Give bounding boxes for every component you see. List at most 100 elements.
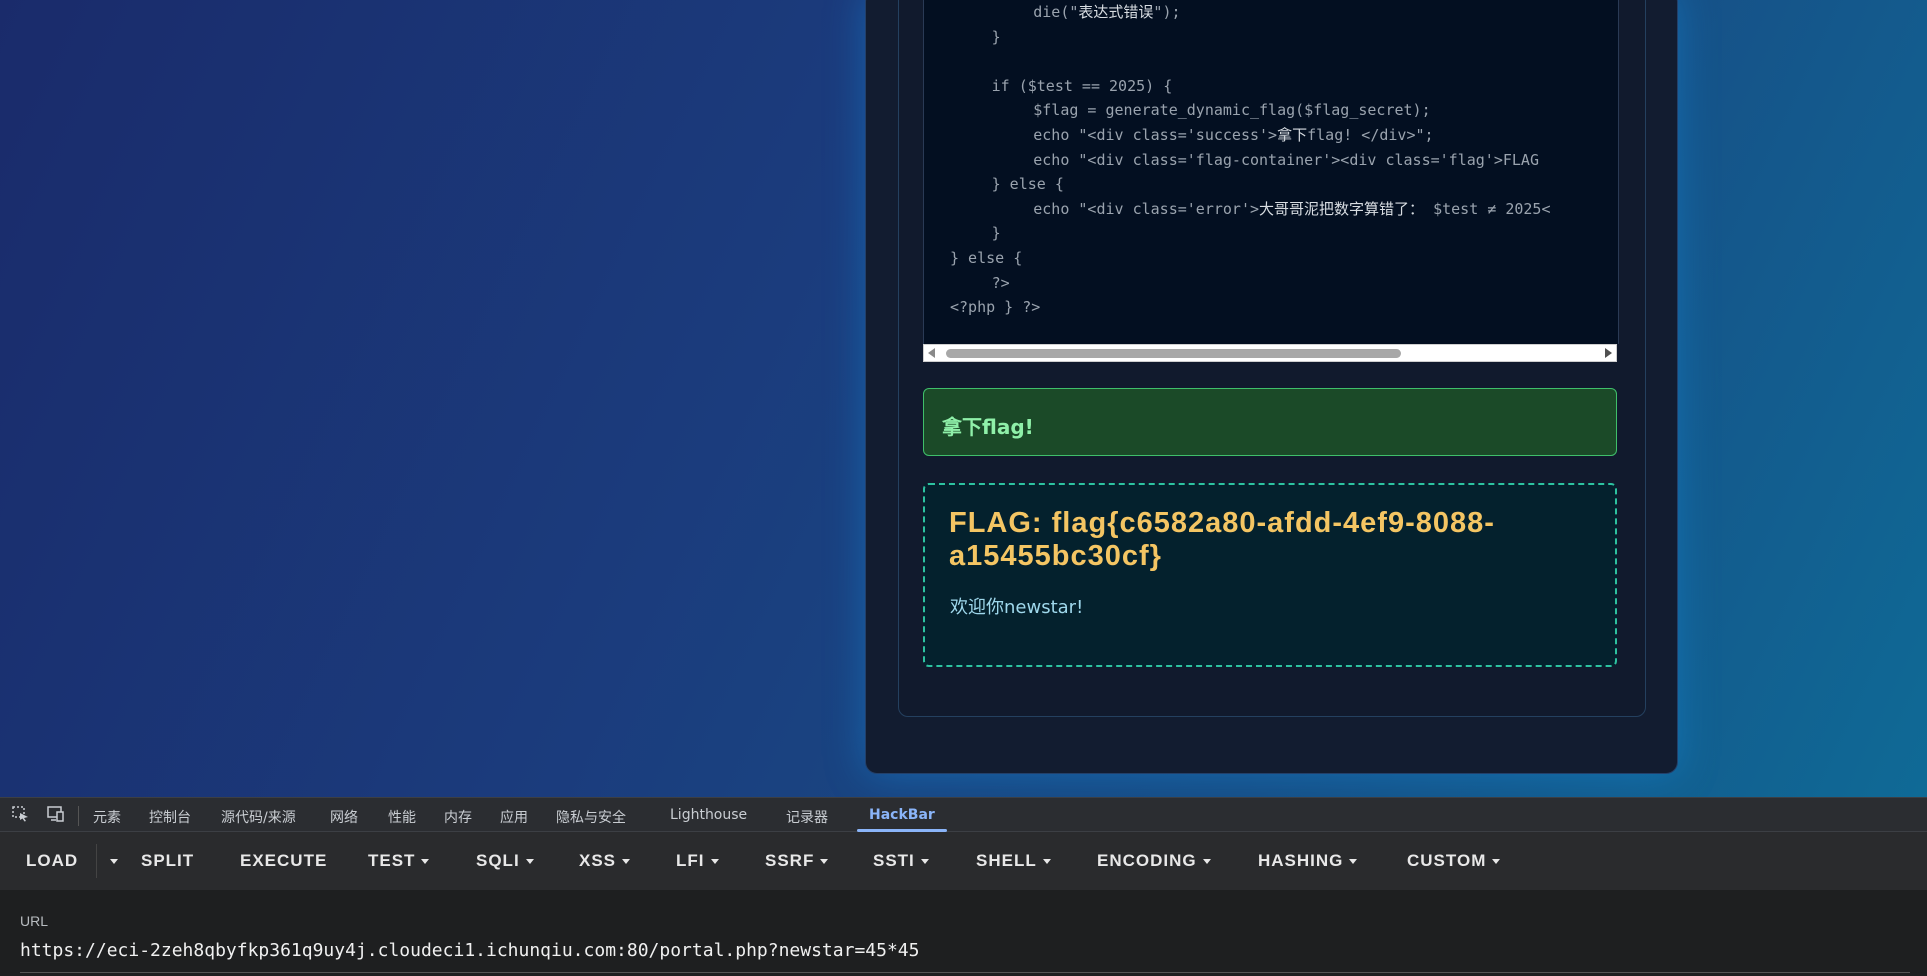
load-options-button[interactable] [104,851,118,871]
url-label: URL [20,913,49,929]
challenge-panel: die("表达式错误");} if ($test == 2025) { $flag … [898,0,1646,717]
code-text: } else { [991,175,1064,194]
scroll-left-arrow-icon[interactable] [928,348,935,358]
success-message-box: 拿下flag! [923,388,1617,456]
hackbar-toolbar: LOAD SPLIT EXECUTE TEST SQLI XSS LFI SSRF SSTI SH… [0,832,1927,890]
code-line: echo "<div class='flag-container'><div c… [1033,148,1539,172]
tab-devtools-2[interactable]: 源代码/来源 [221,807,296,827]
code-text: echo "<div class='error'> [1033,199,1260,218]
tab-devtools-5[interactable]: 内存 [444,807,472,827]
code-text: echo "<div class='success'> [1033,126,1278,144]
chevron-down-icon [525,859,534,865]
welcome-message: 欢迎你newstar! [950,597,1084,618]
scroll-right-arrow-icon[interactable] [1605,348,1612,358]
tab-devtools-0[interactable]: 元素 [93,807,121,827]
button-label: HASHING [1258,851,1344,870]
code-text-cjk: 表达式错误 [1078,3,1154,21]
page-viewport: die("表达式错误");} if ($test == 2025) { $flag … [0,0,1927,797]
code-text: $flag = generate_dynamic_flag($flag_secr… [1033,101,1431,120]
execute-button[interactable]: EXECUTE [240,851,327,871]
xss-button[interactable]: XSS [579,851,631,871]
encoding-button[interactable]: ENCODING [1097,851,1211,871]
code-text: flag! </div>"; [1307,126,1434,144]
source-code-block: die("表达式错误");} if ($test == 2025) { $flag … [923,0,1619,344]
code-line: <?php } ?> [950,295,1040,319]
button-label: LOAD [26,851,79,870]
code-line: echo "<div class='success'>拿下flag! </div… [1033,123,1433,147]
chevron-down-icon [820,859,829,865]
code-text: } [991,224,1001,243]
button-label: SSTI [873,851,915,870]
code-horizontal-scrollbar[interactable] [923,344,1617,362]
ssrf-button[interactable]: SSRF [765,851,829,871]
code-text: die(" [1033,3,1079,21]
chevron-down-icon [1349,859,1358,865]
tab-devtools-3[interactable]: 网络 [330,807,358,827]
code-text-cjk: 大哥哥泥把数字算错了： [1259,199,1425,218]
test-button[interactable]: TEST [368,851,430,871]
button-label: XSS [579,851,617,870]
code-line: } else { [950,246,1022,270]
chevron-down-icon [1492,859,1501,865]
code-text-cjk: 拿下 [1277,126,1308,144]
challenge-card: die("表达式错误");} if ($test == 2025) { $flag … [865,0,1678,774]
code-line: ?> [992,271,1010,295]
code-line: $flag = generate_dynamic_flag($flag_secr… [1033,98,1430,122]
tab-lighthouse[interactable]: Lighthouse [670,807,747,823]
scroll-thumb[interactable] [946,349,1401,358]
button-label: CUSTOM [1407,851,1487,870]
chevron-down-icon [421,859,430,865]
code-text: "); [1153,3,1181,21]
chevron-down-icon [622,859,631,865]
url-input[interactable]: https://eci-2zeh8qbyfkp361q9uy4j.cloudec… [20,940,919,961]
code-text: echo "<div class='flag-container'><div c… [1033,150,1539,169]
lfi-button[interactable]: LFI [676,851,719,871]
flag-container: FLAG: flag{c6582a80-afdd-4ef9-8088-a1545… [923,483,1617,667]
button-label: LFI [676,851,705,870]
device-toolbar-icon[interactable] [46,806,64,822]
tab-devtools-7[interactable]: 隐私与安全 [556,807,626,827]
button-label: SHELL [976,851,1037,870]
code-text: $test ≠ 2025< [1424,199,1551,218]
tab-devtools-1[interactable]: 控制台 [149,807,191,827]
button-label: SQLI [476,851,520,870]
code-text: } else { [950,249,1023,267]
hashing-button[interactable]: HASHING [1258,851,1358,871]
custom-button[interactable]: CUSTOM [1407,851,1501,871]
button-label: TEST [368,851,416,870]
url-input-underline [20,972,1910,973]
code-line: echo "<div class='error'>大哥哥泥把数字算错了： $te… [1033,197,1550,221]
button-label: EXECUTE [240,851,328,870]
button-label: SSRF [765,851,815,870]
inspect-element-icon[interactable] [12,806,30,822]
split-button[interactable]: SPLIT [141,851,194,871]
tab-devtools-9[interactable]: 记录器 [786,807,828,827]
code-line: } else { [992,172,1064,196]
toolbar-divider [78,806,79,826]
code-line: die("表达式错误"); [1033,0,1180,24]
chevron-down-icon [1042,859,1051,865]
chevron-down-icon [920,859,929,865]
code-text: ?> [991,273,1010,292]
url-panel: URL https://eci-2zeh8qbyfkp361q9uy4j.clo… [0,890,1927,976]
tab-hackbar[interactable]: HackBar [869,807,935,823]
load-split-divider [96,844,97,878]
shell-button[interactable]: SHELL [976,851,1051,871]
tab-devtools-4[interactable]: 性能 [388,807,416,827]
code-text: <?php } ?> [950,298,1041,317]
button-label: SPLIT [141,851,195,870]
sqli-button[interactable]: SQLI [476,851,534,871]
code-line: if ($test == 2025) { [992,74,1173,98]
tab-devtools-6[interactable]: 应用 [500,807,528,827]
ssti-button[interactable]: SSTI [873,851,929,871]
chevron-down-icon [710,859,719,865]
load-button[interactable]: LOAD [26,851,78,871]
code-text: if ($test == 2025) { [991,76,1173,95]
success-message: 拿下flag! [942,415,1034,439]
chevron-down-icon [110,859,118,865]
code-line: } [992,25,1001,49]
code-text: } [991,27,1001,46]
button-label: ENCODING [1097,851,1197,870]
devtools-tab-bar: 元素 控制台 源代码/来源 网络 性能 内存 应用 隐私与安全 Lighthouse 记录器 Hac… [0,797,1927,832]
flag-value: FLAG: flag{c6582a80-afdd-4ef9-8088-a1545… [949,507,1495,572]
